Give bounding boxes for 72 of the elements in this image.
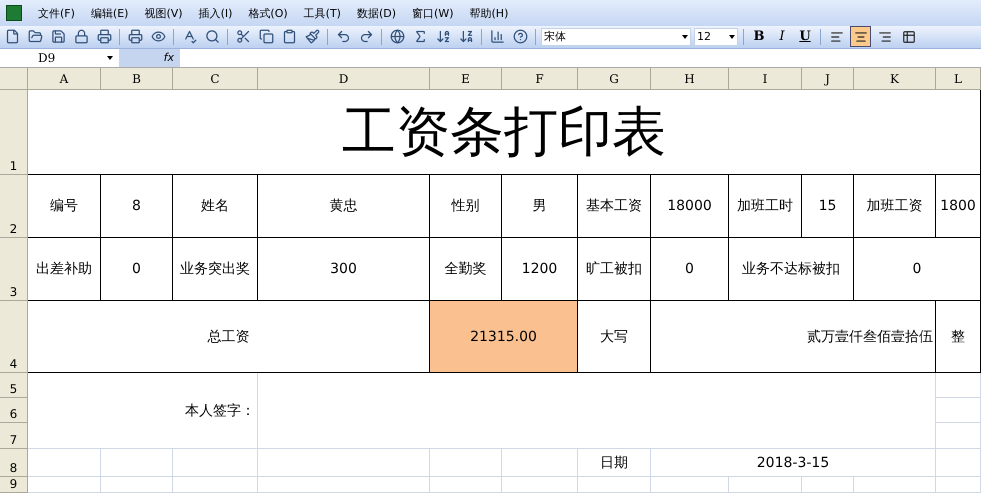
column-header[interactable]: B	[101, 68, 173, 90]
menu-item[interactable]: 工具(T)	[298, 2, 347, 24]
empty-cell	[936, 423, 981, 449]
table-cell: 21315.00	[430, 301, 578, 373]
column-header[interactable]: E	[430, 68, 502, 90]
sheet-title: 工资条打印表	[28, 90, 981, 175]
table-cell: 整	[936, 301, 981, 373]
menu-item[interactable]: 视图(V)	[138, 2, 189, 24]
row-header[interactable]: 4	[0, 301, 28, 373]
table-cell: 贰万壹仟叁佰壹拾伍	[651, 301, 936, 373]
format-button[interactable]: U	[795, 26, 815, 47]
table-cell: 加班工时	[729, 175, 802, 238]
table-cell: 姓名	[173, 175, 258, 238]
row-header[interactable]: 5	[0, 373, 28, 398]
table-cell: 旷工被扣	[578, 238, 651, 301]
column-header[interactable]: G	[578, 68, 651, 90]
table-cell: 编号	[28, 175, 101, 238]
table-cell: 业务不达标被扣	[729, 238, 854, 301]
format-button[interactable]: I	[772, 26, 792, 47]
menu-item[interactable]: 帮助(H)	[464, 2, 514, 24]
column-header[interactable]: J	[802, 68, 854, 90]
row-header[interactable]: 9	[0, 477, 28, 493]
row-header[interactable]: 6	[0, 398, 28, 423]
table-cell: 本人签字：	[28, 373, 258, 449]
menu-item[interactable]: 格式(O)	[242, 2, 294, 24]
row-header[interactable]: 7	[0, 423, 28, 449]
table-cell: 大写	[578, 301, 651, 373]
app-icon[interactable]	[6, 5, 22, 22]
table-cell: 黄忠	[258, 175, 430, 238]
column-header[interactable]: H	[651, 68, 729, 90]
menu-item[interactable]: 窗口(W)	[406, 2, 460, 24]
table-cell: 男	[502, 175, 578, 238]
column-header[interactable]: C	[173, 68, 258, 90]
menu-item[interactable]: 文件(F)	[32, 2, 81, 24]
table-cell: 0	[101, 238, 173, 301]
table-cell: 加班工资	[854, 175, 936, 238]
table-cell: 总工资	[28, 301, 430, 373]
row-header[interactable]: 3	[0, 238, 28, 301]
row-header[interactable]: 8	[0, 449, 28, 477]
font-dropdown[interactable]: 宋体	[541, 28, 691, 46]
table-cell: 1800	[936, 175, 981, 238]
table-cell: 日期	[578, 449, 651, 477]
font-size-dropdown[interactable]: 12	[694, 28, 738, 46]
table-cell: 业务突出奖	[173, 238, 258, 301]
table-cell: 出差补助	[28, 238, 101, 301]
table-cell: 性别	[430, 175, 502, 238]
empty-cell	[936, 398, 981, 423]
table-cell: 300	[258, 238, 430, 301]
row-header[interactable]: 2	[0, 175, 28, 238]
table-cell: 全勤奖	[430, 238, 502, 301]
menu-item[interactable]: 插入(I)	[192, 2, 238, 24]
function-label[interactable]: fx	[120, 48, 180, 67]
column-header[interactable]: K	[854, 68, 936, 90]
column-header[interactable]: F	[502, 68, 578, 90]
menu-item[interactable]: 数据(D)	[350, 2, 402, 24]
column-header[interactable]: L	[936, 68, 981, 90]
table-cell: 基本工资	[578, 175, 651, 238]
column-header[interactable]: I	[729, 68, 802, 90]
empty-cell	[936, 373, 981, 398]
table-cell: 15	[802, 175, 854, 238]
align-center-icon[interactable]	[850, 26, 871, 48]
row-header[interactable]: 1	[0, 90, 28, 175]
table-cell: 8	[101, 175, 173, 238]
menu-item[interactable]: 编辑(E)	[84, 2, 134, 24]
column-header[interactable]: D	[258, 68, 430, 90]
table-cell: 2018-3-15	[651, 449, 936, 477]
table-cell: 0	[651, 238, 729, 301]
format-button[interactable]: B	[749, 26, 769, 47]
column-header[interactable]: A	[28, 68, 101, 90]
table-cell: 18000	[651, 175, 729, 238]
table-cell: 0	[854, 238, 981, 301]
table-cell: 1200	[502, 238, 578, 301]
